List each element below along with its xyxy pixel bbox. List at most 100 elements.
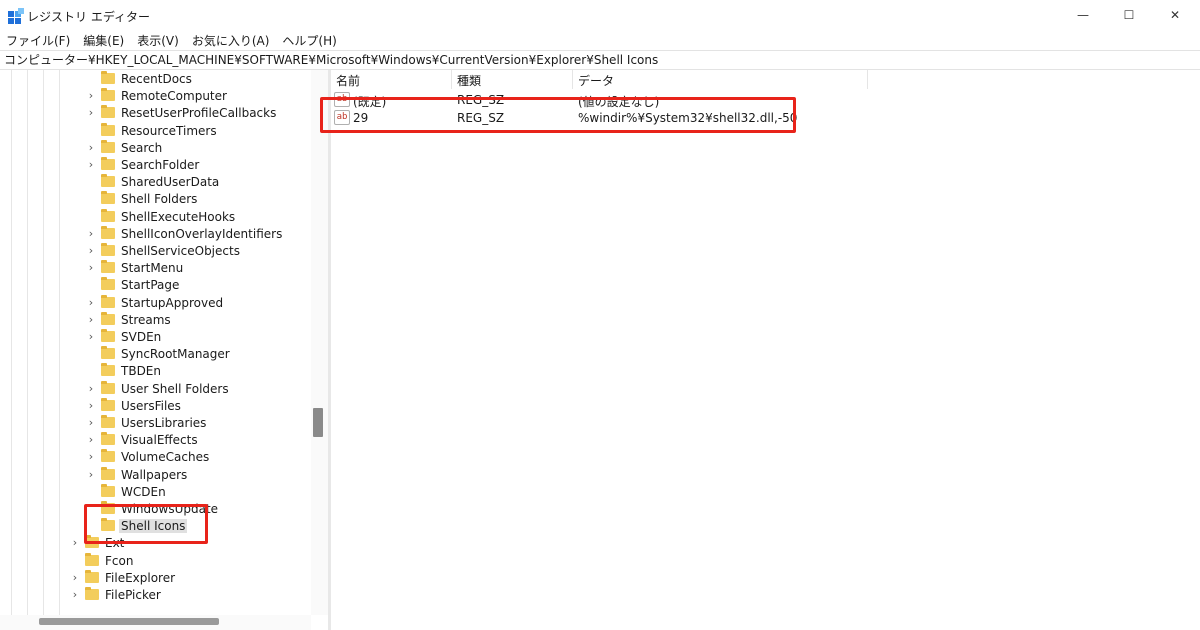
tree-node[interactable]: › ShellServiceObjects	[86, 242, 242, 259]
tree-node[interactable]: › RemoteComputer	[86, 87, 229, 104]
tree-node[interactable]: RecentDocs	[86, 70, 194, 87]
chevron-right-icon[interactable]: ›	[86, 397, 96, 414]
chevron-right-icon	[86, 173, 96, 190]
tree-node-label: User Shell Folders	[121, 381, 229, 396]
tree-node[interactable]: SharedUserData	[86, 173, 221, 190]
values-list-pane: 名前 種類 データ ab (既定) REG_SZ (値の設定なし) ab 29 …	[331, 70, 1200, 630]
chevron-right-icon[interactable]: ›	[86, 87, 96, 104]
chevron-right-icon[interactable]: ›	[70, 534, 80, 551]
address-bar[interactable]: コンピューター¥HKEY_LOCAL_MACHINE¥SOFTWARE¥Micr…	[0, 50, 1200, 70]
chevron-right-icon[interactable]: ›	[86, 139, 96, 156]
chevron-right-icon[interactable]: ›	[86, 328, 96, 345]
chevron-right-icon	[70, 552, 80, 569]
column-divider[interactable]	[867, 70, 868, 89]
folder-icon	[101, 157, 115, 170]
chevron-right-icon	[86, 362, 96, 379]
chevron-right-icon[interactable]: ›	[86, 156, 96, 173]
tree-guide-line	[27, 70, 28, 615]
chevron-right-icon[interactable]: ›	[86, 380, 96, 397]
tree-node-label: ResetUserProfileCallbacks	[121, 105, 277, 120]
chevron-right-icon[interactable]: ›	[70, 586, 80, 603]
window-title: レジストリ エディター	[27, 10, 150, 24]
tree-vertical-scrollbar[interactable]	[311, 70, 328, 615]
chevron-right-icon[interactable]: ›	[86, 448, 96, 465]
tree-vertical-scroll-thumb[interactable]	[313, 408, 323, 437]
column-header-type[interactable]: 種類	[457, 72, 481, 89]
tree-node-label: ShellExecuteHooks	[121, 209, 236, 224]
chevron-right-icon[interactable]: ›	[86, 311, 96, 328]
column-header-name[interactable]: 名前	[336, 72, 360, 89]
tree-node[interactable]: WCDEn	[86, 483, 168, 500]
close-button[interactable]: ✕	[1152, 0, 1198, 30]
tree-node[interactable]: › VisualEffects	[86, 431, 200, 448]
tree-node[interactable]: › UsersLibraries	[86, 414, 208, 431]
folder-icon	[101, 243, 115, 256]
key-tree-pane: RecentDocs › RemoteComputer › ResetUserProfi…	[0, 70, 328, 630]
tree-horizontal-scroll-thumb[interactable]	[39, 618, 219, 625]
tree-node[interactable]: TBDEn	[86, 362, 163, 379]
folder-icon	[101, 312, 115, 325]
maximize-icon: ☐	[1123, 8, 1135, 22]
folder-icon	[101, 123, 115, 136]
tree-node[interactable]: › Streams	[86, 311, 173, 328]
chevron-right-icon[interactable]: ›	[86, 466, 96, 483]
tree-node-label: Streams	[121, 312, 171, 327]
tree-node[interactable]: › SearchFolder	[86, 156, 201, 173]
key-highlight-annotation	[84, 504, 208, 544]
folder-icon	[85, 570, 99, 583]
menu-view[interactable]: 表示(V)	[137, 32, 179, 49]
tree-node[interactable]: Fcon	[70, 552, 135, 569]
tree-node[interactable]: › StartupApproved	[86, 294, 225, 311]
menu-favorites[interactable]: お気に入り(A)	[192, 32, 270, 49]
menu-file[interactable]: ファイル(F)	[6, 32, 70, 49]
tree-node[interactable]: StartPage	[86, 276, 181, 293]
folder-icon	[85, 553, 99, 566]
column-header-data[interactable]: データ	[578, 72, 614, 89]
chevron-right-icon[interactable]: ›	[86, 414, 96, 431]
chevron-right-icon[interactable]: ›	[86, 242, 96, 259]
tree-node-label: Search	[121, 140, 163, 155]
menu-help[interactable]: ヘルプ(H)	[282, 32, 336, 49]
column-divider[interactable]	[451, 70, 452, 89]
tree-node[interactable]: › ResetUserProfileCallbacks	[86, 104, 278, 121]
chevron-right-icon[interactable]: ›	[86, 225, 96, 242]
tree-node-label: SharedUserData	[121, 174, 220, 189]
chevron-right-icon[interactable]: ›	[86, 104, 96, 121]
tree-node[interactable]: › Search	[86, 139, 164, 156]
list-header: 名前 種類 データ	[331, 70, 1200, 89]
minimize-icon: —	[1077, 8, 1089, 22]
folder-icon	[101, 260, 115, 273]
tree-node-label: VolumeCaches	[121, 449, 210, 464]
tree-node[interactable]: › User Shell Folders	[86, 380, 231, 397]
folder-icon	[101, 174, 115, 187]
tree-node[interactable]: › Wallpapers	[86, 466, 189, 483]
menu-edit[interactable]: 編集(E)	[83, 32, 124, 49]
tree-node[interactable]: Shell Folders	[86, 190, 199, 207]
tree-node[interactable]: › UsersFiles	[86, 397, 183, 414]
minimize-button[interactable]: —	[1060, 0, 1106, 30]
tree-node[interactable]: › FileExplorer	[70, 569, 177, 586]
tree-node[interactable]: › StartMenu	[86, 259, 185, 276]
folder-icon	[85, 587, 99, 600]
folder-icon	[101, 484, 115, 497]
tree-node[interactable]: › FilePicker	[70, 586, 163, 603]
folder-icon	[101, 88, 115, 101]
tree-node-label: RecentDocs	[121, 71, 192, 86]
chevron-right-icon	[86, 190, 96, 207]
chevron-right-icon	[86, 70, 96, 87]
tree-node[interactable]: SyncRootManager	[86, 345, 232, 362]
tree-node[interactable]: › ShellIconOverlayIdentifiers	[86, 225, 284, 242]
tree-node-label: Shell Folders	[121, 191, 198, 206]
folder-icon	[101, 398, 115, 411]
chevron-right-icon[interactable]: ›	[70, 569, 80, 586]
tree-node[interactable]: › VolumeCaches	[86, 448, 211, 465]
maximize-button[interactable]: ☐	[1106, 0, 1152, 30]
chevron-right-icon[interactable]: ›	[86, 294, 96, 311]
tree-node[interactable]: › SVDEn	[86, 328, 163, 345]
column-divider[interactable]	[572, 70, 573, 89]
chevron-right-icon[interactable]: ›	[86, 431, 96, 448]
tree-node[interactable]: ResourceTimers	[86, 122, 219, 139]
tree-node[interactable]: ShellExecuteHooks	[86, 208, 237, 225]
tree-node-label: StartPage	[121, 277, 180, 292]
chevron-right-icon[interactable]: ›	[86, 259, 96, 276]
